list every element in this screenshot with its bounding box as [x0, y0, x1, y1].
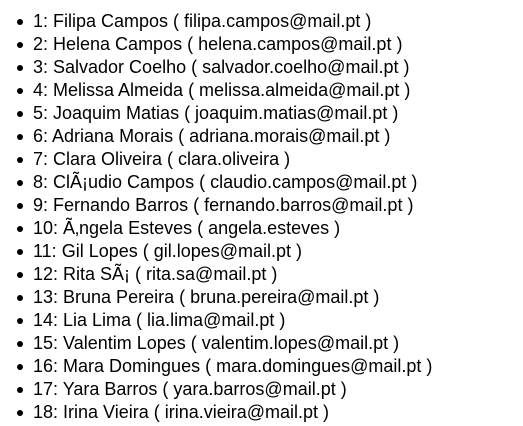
- bullet-icon: [17, 387, 23, 393]
- bullet-icon: [17, 111, 23, 117]
- user-entry: 4: Melissa Almeida ( melissa.almeida@mai…: [33, 80, 411, 100]
- list-item: 10: Ã‚ngela Esteves ( angela.esteves ): [0, 217, 523, 240]
- user-entry: 12: Rita SÃ¡ ( rita.sa@mail.pt ): [33, 264, 278, 284]
- bullet-icon: [17, 157, 23, 163]
- user-list: 1: Filipa Campos ( filipa.campos@mail.pt…: [0, 10, 523, 424]
- user-entry: 16: Mara Domingues ( mara.domingues@mail…: [33, 356, 433, 376]
- list-item: 2: Helena Campos ( helena.campos@mail.pt…: [0, 33, 523, 56]
- user-entry: 1: Filipa Campos ( filipa.campos@mail.pt…: [33, 11, 372, 31]
- bullet-icon: [17, 364, 23, 370]
- list-item: 9: Fernando Barros ( fernando.barros@mai…: [0, 194, 523, 217]
- bullet-icon: [17, 180, 23, 186]
- list-item: 12: Rita SÃ¡ ( rita.sa@mail.pt ): [0, 263, 523, 286]
- user-entry: 11: Gil Lopes ( gil.lopes@mail.pt ): [33, 241, 303, 261]
- list-item: 4: Melissa Almeida ( melissa.almeida@mai…: [0, 79, 523, 102]
- bullet-icon: [17, 341, 23, 347]
- list-item: 15: Valentim Lopes ( valentim.lopes@mail…: [0, 332, 523, 355]
- user-entry: 7: Clara Oliveira ( clara.oliveira ): [33, 149, 291, 169]
- bullet-icon: [17, 134, 23, 140]
- user-entry: 3: Salvador Coelho ( salvador.coelho@mai…: [33, 57, 410, 77]
- user-entry: 13: Bruna Pereira ( bruna.pereira@mail.p…: [33, 287, 380, 307]
- bullet-icon: [17, 203, 23, 209]
- list-item: 8: ClÃ¡udio Campos ( claudio.campos@mail…: [0, 171, 523, 194]
- user-entry: 6: Adriana Morais ( adriana.morais@mail.…: [33, 126, 391, 146]
- bullet-icon: [17, 318, 23, 324]
- bullet-icon: [17, 410, 23, 416]
- user-entry: 14: Lia Lima ( lia.lima@mail.pt ): [33, 310, 286, 330]
- user-entry: 10: Ã‚ngela Esteves ( angela.esteves ): [33, 218, 341, 238]
- bullet-icon: [17, 295, 23, 301]
- user-entry: 9: Fernando Barros ( fernando.barros@mai…: [33, 195, 414, 215]
- bullet-icon: [17, 42, 23, 48]
- list-item: 14: Lia Lima ( lia.lima@mail.pt ): [0, 309, 523, 332]
- user-entry: 15: Valentim Lopes ( valentim.lopes@mail…: [33, 333, 400, 353]
- list-item: 1: Filipa Campos ( filipa.campos@mail.pt…: [0, 10, 523, 33]
- user-entry: 17: Yara Barros ( yara.barros@mail.pt ): [33, 379, 347, 399]
- bullet-icon: [17, 249, 23, 255]
- list-item: 5: Joaquim Matias ( joaquim.matias@mail.…: [0, 102, 523, 125]
- list-item: 17: Yara Barros ( yara.barros@mail.pt ): [0, 378, 523, 401]
- bullet-icon: [17, 88, 23, 94]
- list-item: 3: Salvador Coelho ( salvador.coelho@mai…: [0, 56, 523, 79]
- bullet-icon: [17, 65, 23, 71]
- bullet-icon: [17, 226, 23, 232]
- list-item: 13: Bruna Pereira ( bruna.pereira@mail.p…: [0, 286, 523, 309]
- bullet-icon: [17, 19, 23, 25]
- bullet-icon: [17, 272, 23, 278]
- list-item: 18: Irina Vieira ( irina.vieira@mail.pt …: [0, 401, 523, 424]
- list-item: 6: Adriana Morais ( adriana.morais@mail.…: [0, 125, 523, 148]
- list-item: 16: Mara Domingues ( mara.domingues@mail…: [0, 355, 523, 378]
- list-item: 7: Clara Oliveira ( clara.oliveira ): [0, 148, 523, 171]
- user-entry: 5: Joaquim Matias ( joaquim.matias@mail.…: [33, 103, 399, 123]
- list-item: 11: Gil Lopes ( gil.lopes@mail.pt ): [0, 240, 523, 263]
- user-entry: 18: Irina Vieira ( irina.vieira@mail.pt …: [33, 402, 330, 422]
- user-entry: 8: ClÃ¡udio Campos ( claudio.campos@mail…: [33, 172, 418, 192]
- user-entry: 2: Helena Campos ( helena.campos@mail.pt…: [33, 34, 403, 54]
